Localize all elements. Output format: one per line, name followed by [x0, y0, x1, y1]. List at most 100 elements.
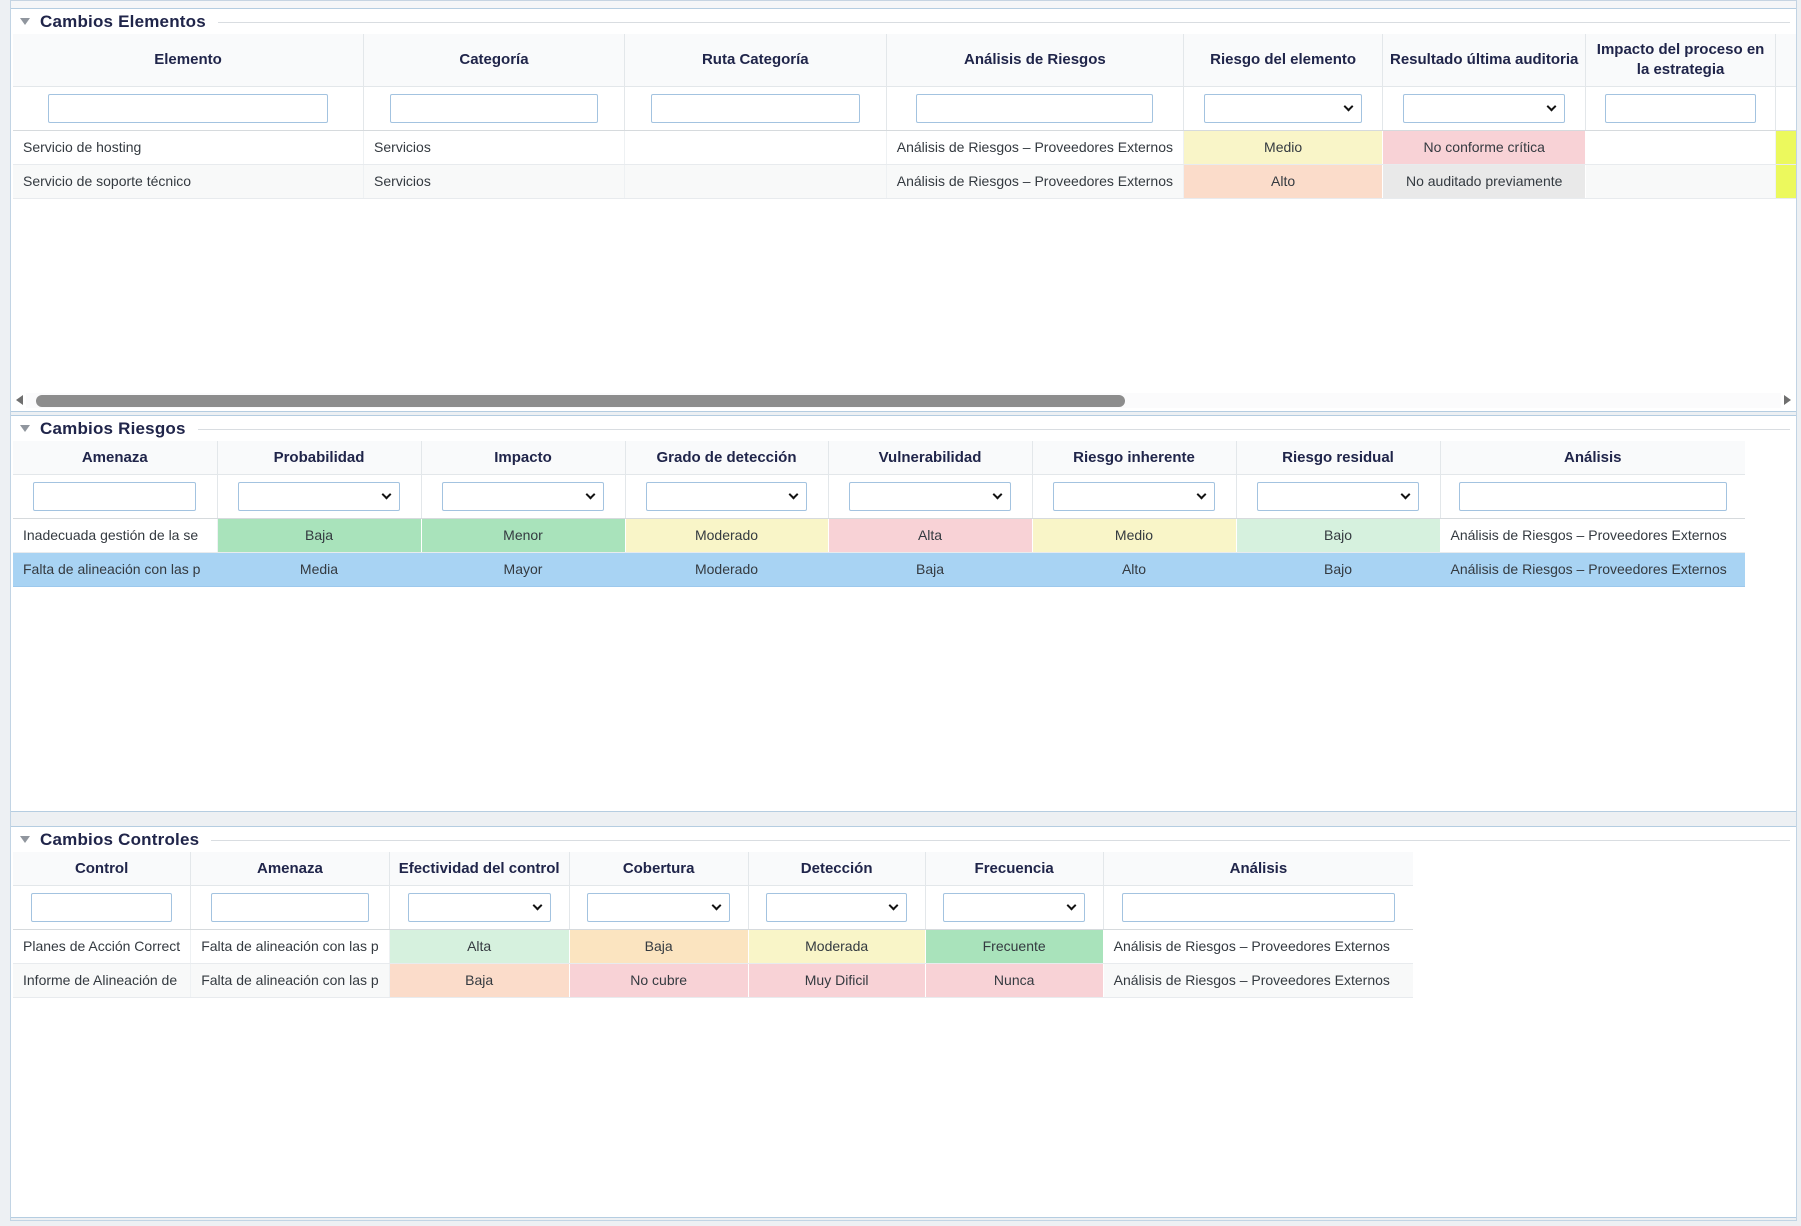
top-border-band: [10, 0, 1797, 8]
filter-cobertura-select[interactable]: [587, 893, 729, 922]
column-header-control: Control: [13, 852, 191, 885]
collapse-triangle-icon[interactable]: [20, 836, 30, 843]
table-row[interactable]: Inadecuada gestión de la se Baja Menor M…: [13, 518, 1745, 552]
cell-analisis: Análisis de Riesgos – Proveedores Extern…: [1440, 518, 1745, 552]
column-header-frecuencia: Frecuencia: [925, 852, 1103, 885]
filter-row: [13, 86, 1796, 130]
filter-cell: [421, 474, 625, 518]
filter-impacto-select[interactable]: [442, 482, 604, 511]
filter-riesgo-inherente-select[interactable]: [1053, 482, 1215, 511]
column-header-analisis: Análisis: [1103, 852, 1413, 885]
filter-cell: [569, 885, 748, 929]
filter-grado-de-deteccion-select[interactable]: [646, 482, 808, 511]
column-header-categoria: Categoría: [364, 34, 625, 86]
filter-amenaza-input[interactable]: [33, 482, 196, 511]
filter-cell: [191, 885, 389, 929]
cell-amenaza: Falta de alineación con las p: [191, 963, 389, 997]
filter-impacto-estrategia-input[interactable]: [1605, 94, 1756, 123]
column-header-elemento: Elemento: [13, 34, 364, 86]
cell-impacto-estrategia: [1586, 130, 1776, 164]
section-header-riesgos: Cambios Riesgos: [11, 416, 1796, 441]
horizontal-scrollbar[interactable]: [14, 393, 1793, 408]
filter-riesgo-del-elemento-select[interactable]: [1204, 94, 1363, 123]
filter-ruta-categoria-input[interactable]: [651, 94, 860, 123]
filter-cell: [925, 885, 1103, 929]
cell-impacto-estrategia: [1586, 164, 1776, 198]
cell-riesgo-del-elemento: Medio: [1184, 130, 1383, 164]
table-row-selected[interactable]: Falta de alineación con las p Media Mayo…: [13, 552, 1745, 586]
column-header-probabilidad: Probabilidad: [217, 441, 421, 474]
cell-highlight-strip: [1775, 130, 1796, 164]
column-header-partial: [1775, 34, 1796, 86]
cell-categoria: Servicios: [364, 164, 625, 198]
column-header-ruta-categoria: Ruta Categoría: [624, 34, 886, 86]
cell-deteccion: Moderada: [748, 929, 925, 963]
filter-cell: [364, 86, 625, 130]
cell-cobertura: No cubre: [569, 963, 748, 997]
column-header-riesgo-del-elemento: Riesgo del elemento: [1184, 34, 1383, 86]
scroll-right-icon[interactable]: [1784, 395, 1791, 405]
filter-cell: [13, 474, 217, 518]
filter-probabilidad-select[interactable]: [238, 482, 400, 511]
cell-impacto: Mayor: [421, 552, 625, 586]
scrollbar-thumb[interactable]: [36, 395, 1125, 407]
table-row[interactable]: Servicio de soporte técnico Servicios An…: [13, 164, 1796, 198]
table-row[interactable]: Informe de Alineación de Falta de alinea…: [13, 963, 1413, 997]
column-header-vulnerabilidad: Vulnerabilidad: [828, 441, 1032, 474]
filter-vulnerabilidad-select[interactable]: [849, 482, 1011, 511]
cell-frecuencia: Nunca: [925, 963, 1103, 997]
filter-cell: [1236, 474, 1440, 518]
filter-frecuencia-select[interactable]: [943, 893, 1085, 922]
cell-probabilidad: Baja: [217, 518, 421, 552]
filter-riesgo-residual-select[interactable]: [1257, 482, 1419, 511]
cell-amenaza: Inadecuada gestión de la se: [13, 518, 217, 552]
filter-cell: [1775, 86, 1796, 130]
filter-control-input[interactable]: [31, 893, 173, 922]
cell-ruta-categoria: [624, 164, 886, 198]
collapse-triangle-icon[interactable]: [20, 18, 30, 25]
filter-cell: [13, 86, 364, 130]
cell-amenaza: Falta de alineación con las p: [191, 929, 389, 963]
cell-riesgo-inherente: Medio: [1032, 518, 1236, 552]
filter-efectividad-select[interactable]: [408, 893, 551, 922]
cell-analisis: Análisis de Riesgos – Proveedores Extern…: [1440, 552, 1745, 586]
filter-amenaza-input[interactable]: [211, 893, 369, 922]
filter-elemento-input[interactable]: [48, 94, 328, 123]
cambios-elementos-table: Elemento Categoría Ruta Categoría Anális…: [13, 34, 1796, 199]
filter-deteccion-select[interactable]: [766, 893, 907, 922]
filter-cell: [1383, 86, 1586, 130]
cell-elemento: Servicio de soporte técnico: [13, 164, 364, 198]
header-row: Amenaza Probabilidad Impacto Grado de de…: [13, 441, 1745, 474]
scrollbar-track[interactable]: [26, 393, 1781, 408]
scroll-left-icon[interactable]: [16, 395, 23, 405]
filter-cell: [624, 86, 886, 130]
cell-amenaza: Falta de alineación con las p: [13, 552, 217, 586]
filter-analisis-de-riesgos-input[interactable]: [916, 94, 1153, 123]
filter-categoria-input[interactable]: [390, 94, 598, 123]
filter-analisis-input[interactable]: [1459, 482, 1727, 511]
filter-cell: [1440, 474, 1745, 518]
filter-row: [13, 885, 1413, 929]
filter-cell: [1032, 474, 1236, 518]
cell-frecuencia: Frecuente: [925, 929, 1103, 963]
cell-analisis: Análisis de Riesgos – Proveedores Extern…: [1103, 929, 1413, 963]
filter-cell: [1103, 885, 1413, 929]
column-header-riesgo-inherente: Riesgo inherente: [1032, 441, 1236, 474]
filter-cell: [886, 86, 1183, 130]
cell-cobertura: Baja: [569, 929, 748, 963]
table-row[interactable]: Planes de Acción Correct Falta de alinea…: [13, 929, 1413, 963]
collapse-triangle-icon[interactable]: [20, 425, 30, 432]
table-row[interactable]: Servicio de hosting Servicios Análisis d…: [13, 130, 1796, 164]
column-header-analisis: Análisis: [1440, 441, 1745, 474]
cell-deteccion: Muy Dificil: [748, 963, 925, 997]
filter-analisis-input[interactable]: [1122, 893, 1394, 922]
filter-cell: [625, 474, 828, 518]
legend-divider: [211, 840, 1790, 841]
section-title: Cambios Riesgos: [40, 419, 186, 439]
cambios-elementos-panel: Cambios Elementos Elemento Categoría Rut…: [11, 8, 1796, 412]
column-header-resultado-ultima-auditoria: Resultado última auditoria: [1383, 34, 1586, 86]
filter-resultado-ultima-auditoria-select[interactable]: [1403, 94, 1565, 123]
column-header-analisis-de-riesgos: Análisis de Riesgos: [886, 34, 1183, 86]
cell-ruta-categoria: [624, 130, 886, 164]
cell-vulnerabilidad: Baja: [828, 552, 1032, 586]
